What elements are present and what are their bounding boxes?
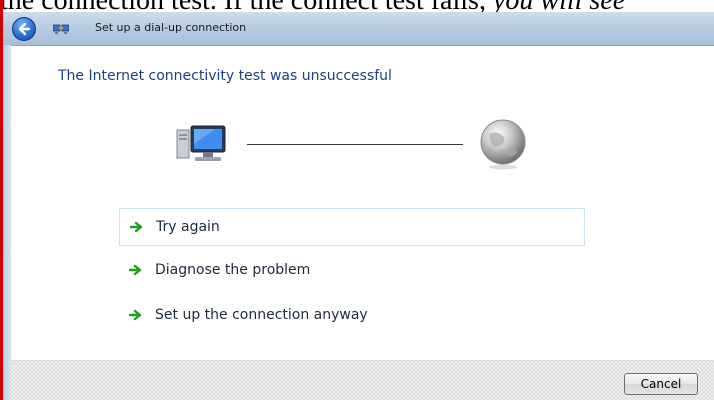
option-diagnose-problem[interactable]: Diagnose the problem xyxy=(119,252,585,290)
option-try-again[interactable]: Try again xyxy=(119,208,585,246)
dial-up-connection-icon xyxy=(53,24,69,34)
screenshot-root: the connection test. If the connect test… xyxy=(0,0,714,400)
dialog-footer: Cancel xyxy=(11,360,714,400)
option-label: Set up the connection anyway xyxy=(155,307,368,323)
window-frame-left xyxy=(3,45,11,400)
computer-icon xyxy=(176,125,226,161)
cancel-button[interactable]: Cancel xyxy=(624,373,698,395)
option-label: Try again xyxy=(156,219,220,235)
green-arrow-icon xyxy=(130,221,143,233)
dialog-window: Set up a dial-up connection The Internet… xyxy=(3,12,714,400)
page-heading: The Internet connectivity test was unsuc… xyxy=(58,68,392,84)
window-title: Set up a dial-up connection xyxy=(95,21,247,34)
dialog-content: The Internet connectivity test was unsuc… xyxy=(11,46,714,360)
green-arrow-icon xyxy=(129,309,142,321)
connection-line xyxy=(247,144,463,145)
back-arrow-icon xyxy=(18,22,31,36)
green-arrow-icon xyxy=(129,264,142,276)
back-button[interactable] xyxy=(12,17,36,41)
option-set-up-anyway[interactable]: Set up the connection anyway xyxy=(119,297,585,335)
option-label: Diagnose the problem xyxy=(155,262,311,278)
globe-icon xyxy=(480,119,526,170)
title-bar: Set up a dial-up connection xyxy=(3,12,714,46)
